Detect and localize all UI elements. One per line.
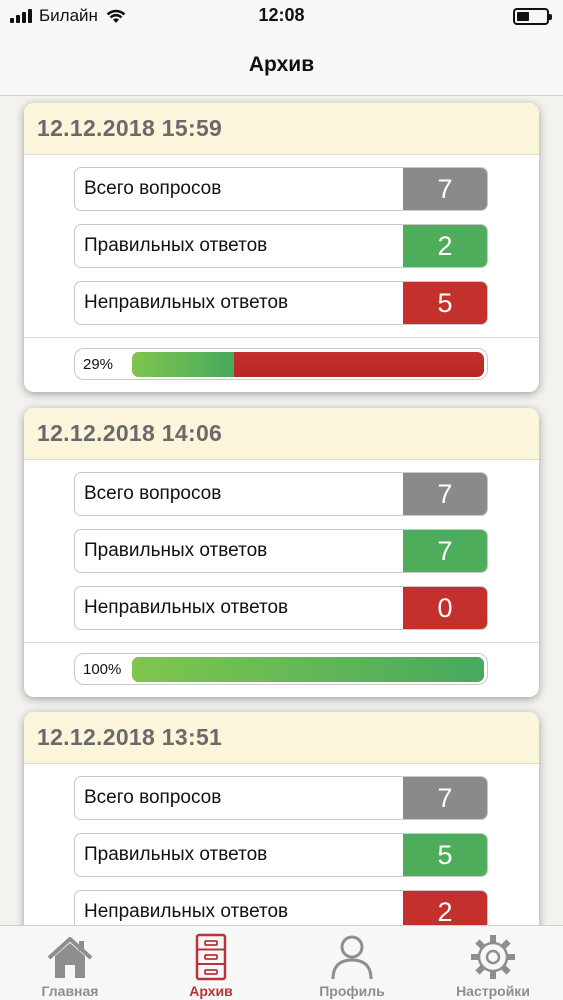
wrong-answers-row: Неправильных ответов 2: [74, 890, 488, 925]
result-card[interactable]: 12.12.2018 15:59 Всего вопросов 7 Правил…: [24, 103, 539, 392]
correct-answers-label: Правильных ответов: [84, 235, 268, 256]
correct-answers-row: Правильных ответов 5: [74, 833, 488, 877]
correct-answers-value: 5: [403, 834, 487, 876]
card-header: 12.12.2018 14:06: [24, 408, 539, 460]
total-questions-value: 7: [403, 473, 487, 515]
tab-home[interactable]: Главная: [0, 926, 140, 1000]
total-questions-value: 7: [403, 777, 487, 819]
tab-settings-label: Настройки: [456, 983, 530, 999]
tab-archive-label: Архив: [189, 983, 233, 999]
progress-track: [132, 351, 484, 377]
total-questions-row: Всего вопросов 7: [74, 472, 488, 516]
correct-answers-value: 7: [403, 530, 487, 572]
divider: [24, 642, 539, 643]
score-progress-bar: 100%: [74, 653, 488, 685]
correct-answers-row: Правильных ответов 7: [74, 529, 488, 573]
card-header: 12.12.2018 13:51: [24, 712, 539, 764]
correct-answers-value: 2: [403, 225, 487, 267]
wrong-answers-label: Неправильных ответов: [84, 597, 289, 618]
battery-icon: [513, 8, 552, 25]
tab-profile-label: Профиль: [319, 983, 385, 999]
home-icon: [47, 937, 93, 978]
wrong-answers-row: Неправильных ответов 0: [74, 586, 488, 630]
divider: [24, 337, 539, 338]
total-questions-row: Всего вопросов 7: [74, 167, 488, 211]
correct-answers-row: Правильных ответов 2: [74, 224, 488, 268]
total-questions-row: Всего вопросов 7: [74, 776, 488, 820]
wrong-answers-value: 0: [403, 587, 487, 629]
result-card[interactable]: 12.12.2018 14:06 Всего вопросов 7 Правил…: [24, 408, 539, 697]
progress-track: [132, 656, 484, 682]
progress-fill: [132, 351, 235, 377]
tab-archive[interactable]: Архив: [141, 926, 281, 1000]
tab-settings[interactable]: Настройки: [423, 926, 563, 1000]
total-questions-label: Всего вопросов: [84, 483, 222, 504]
wrong-answers-value: 2: [403, 891, 487, 925]
total-questions-label: Всего вопросов: [84, 178, 222, 199]
tab-bar: Главная Архив Профиль Настройки: [0, 925, 563, 1000]
wrong-answers-row: Неправильных ответов 5: [74, 281, 488, 325]
correct-answers-label: Правильных ответов: [84, 844, 268, 865]
score-percent: 100%: [83, 660, 122, 678]
archive-icon: [195, 933, 227, 981]
progress-fill: [132, 656, 484, 682]
correct-answers-label: Правильных ответов: [84, 540, 268, 561]
wrong-answers-label: Неправильных ответов: [84, 901, 289, 922]
archive-list[interactable]: 12.12.2018 15:59 Всего вопросов 7 Правил…: [0, 97, 563, 925]
score-progress-bar: 29%: [74, 348, 488, 380]
score-percent: 29%: [83, 355, 114, 373]
tab-home-label: Главная: [41, 983, 99, 999]
result-date: 12.12.2018 14:06: [37, 420, 223, 446]
result-card[interactable]: 12.12.2018 13:51 Всего вопросов 7 Правил…: [24, 712, 539, 925]
tab-profile[interactable]: Профиль: [282, 926, 422, 1000]
status-time: 12:08: [258, 5, 305, 25]
wrong-answers-label: Неправильных ответов: [84, 292, 289, 313]
page-title: Архив: [248, 52, 315, 76]
navigation-bar: Архив: [0, 34, 563, 96]
profile-icon: [331, 935, 373, 980]
result-date: 12.12.2018 15:59: [37, 115, 223, 141]
wrong-answers-value: 5: [403, 282, 487, 324]
total-questions-value: 7: [403, 168, 487, 210]
card-header: 12.12.2018 15:59: [24, 103, 539, 155]
settings-icon: [471, 935, 515, 979]
total-questions-label: Всего вопросов: [84, 787, 222, 808]
status-bar: Билайн 12:08: [0, 0, 563, 34]
result-date: 12.12.2018 13:51: [37, 724, 223, 750]
